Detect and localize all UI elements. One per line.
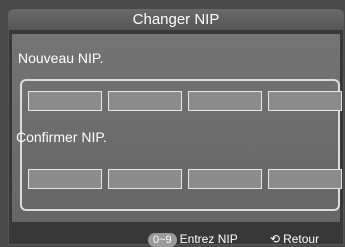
return-arrow-icon: ⟲ [270,232,281,246]
confirm-pin-label: Confirmer NIP. [16,129,107,145]
new-pin-digit-1[interactable] [28,91,102,111]
confirm-pin-digit-2[interactable] [108,169,182,189]
new-pin-digit-2[interactable] [108,91,182,111]
new-pin-digit-3[interactable] [188,91,262,111]
new-pin-label: Nouveau NIP. [18,50,104,66]
return-hint[interactable]: ⟲ Retour [270,232,319,246]
pin-fields-frame: Confirmer NIP. [16,79,342,211]
new-pin-digit-4[interactable] [268,91,342,111]
enter-pin-text: Entrez NIP [179,232,238,246]
confirm-pin-digit-3[interactable] [188,169,262,189]
change-pin-dialog: Changer NIP Nouveau NIP. Confirmer NIP. … [8,9,344,247]
footer-hints: 0~9 Entrez NIP ⟲ Retour [8,228,344,247]
confirm-pin-row[interactable] [28,169,342,189]
confirm-pin-digit-4[interactable] [268,169,342,189]
dialog-title: Changer NIP [8,9,344,30]
confirm-pin-digit-1[interactable] [28,169,102,189]
return-text: Retour [283,232,320,246]
new-pin-row[interactable] [28,91,342,111]
